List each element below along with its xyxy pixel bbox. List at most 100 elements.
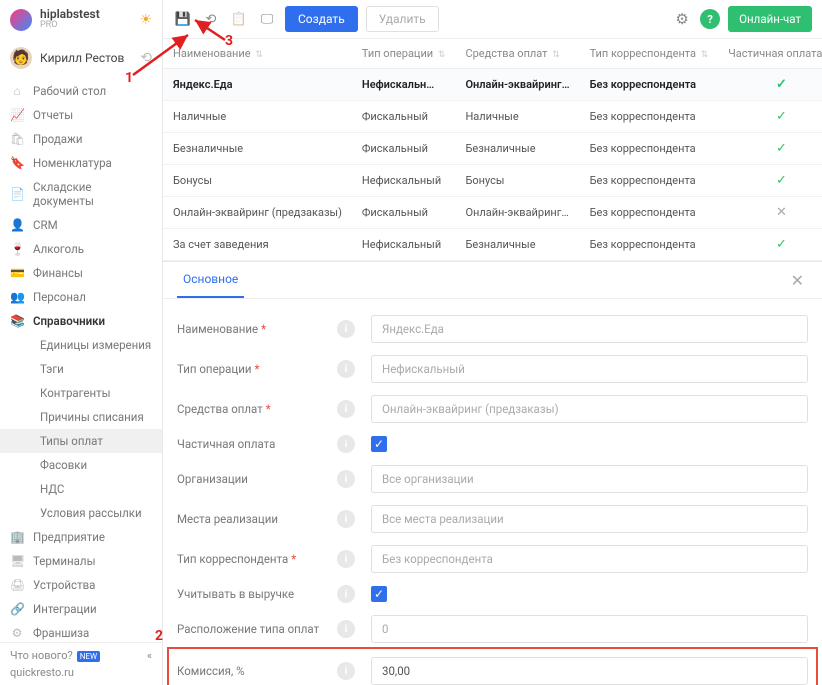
table-row[interactable]: Яндекс.ЕдаНефискальн…Онлайн-эквайринг…Бе… xyxy=(163,69,822,101)
nav-item[interactable]: Причины списания xyxy=(0,405,162,429)
info-icon[interactable]: i xyxy=(337,585,355,603)
form-row: Наименование* i Яндекс.Еда xyxy=(177,309,808,349)
column-header[interactable]: Тип операции ⇅ xyxy=(352,39,456,69)
save-icon[interactable]: 💾 xyxy=(173,9,193,29)
nav-item[interactable]: Условия рассылки xyxy=(0,501,162,525)
nav-label: Контрагенты xyxy=(40,386,111,400)
info-icon[interactable]: i xyxy=(337,470,355,488)
partial-cell: ✓ xyxy=(718,101,822,133)
form-input[interactable]: 30,00 xyxy=(371,657,808,685)
cell: За счет заведения xyxy=(163,229,352,261)
delete-button[interactable]: Удалить xyxy=(366,6,439,32)
form-input[interactable]: Онлайн-эквайринг (предзаказы) xyxy=(371,395,808,423)
nav-item[interactable]: Фасовки xyxy=(0,453,162,477)
nav-item[interactable]: 📈Отчеты xyxy=(0,103,162,127)
nav-item[interactable]: Типы оплат xyxy=(0,429,162,453)
nav-item[interactable]: 📄Складские документы xyxy=(0,175,162,213)
refresh-icon[interactable]: ⟲ xyxy=(140,50,152,66)
chat-button[interactable]: Онлайн-чат xyxy=(728,6,812,32)
nav-label: НДС xyxy=(40,482,64,496)
info-icon[interactable]: i xyxy=(337,320,355,338)
partial-cell: ✓ xyxy=(718,165,822,197)
cell: Нефискальный xyxy=(352,229,456,261)
brand: hiplabstest PRO xyxy=(40,8,131,31)
table-row[interactable]: Онлайн-эквайринг (предзаказы)ФискальныйО… xyxy=(163,197,822,229)
column-header[interactable]: Средства оплат ⇅ xyxy=(455,39,579,69)
nav-item[interactable]: Единицы измерения xyxy=(0,333,162,357)
form-input[interactable]: Без корреспондента xyxy=(371,545,808,573)
form-input[interactable]: Все организации xyxy=(371,465,808,493)
info-icon[interactable]: i xyxy=(337,400,355,418)
form-row: Частичная оплатаi✓ xyxy=(177,429,808,459)
nav-item[interactable]: Тэги xyxy=(0,357,162,381)
nav-item[interactable]: 👤CRM xyxy=(0,213,162,237)
sidebar-footer: Что нового?NEW « quickresto.ru xyxy=(0,642,162,685)
nav-item[interactable]: ⚙ Франшиза xyxy=(0,621,162,642)
form-input[interactable]: Яндекс.Еда xyxy=(371,315,808,343)
nav-item[interactable]: 💳Финансы xyxy=(0,261,162,285)
table-row[interactable]: БезналичныеФискальныйБезналичныеБез корр… xyxy=(163,133,822,165)
nav-item[interactable]: 🏢Предприятие xyxy=(0,525,162,549)
nav-label: Складские документы xyxy=(33,180,152,208)
table-row[interactable]: БонусыНефискальныйБонусыБез корреспонден… xyxy=(163,165,822,197)
nav-item[interactable]: 🔗Интеграции xyxy=(0,597,162,621)
nav-label: Номенклатура xyxy=(33,156,112,170)
checkbox[interactable]: ✓ xyxy=(371,436,387,452)
close-icon[interactable]: ✕ xyxy=(787,267,808,294)
info-icon[interactable]: i xyxy=(337,550,355,568)
info-icon[interactable]: i xyxy=(337,435,355,453)
nav-item[interactable]: НДС xyxy=(0,477,162,501)
nav-label: Устройства xyxy=(33,578,95,592)
detail-panel: Основное ✕ Наименование*iЯндекс.ЕдаТип о… xyxy=(163,261,822,685)
refresh-toolbar-icon[interactable]: ⟲ xyxy=(201,9,221,29)
site-link[interactable]: quickresto.ru xyxy=(10,666,152,679)
form-label: Наименование* xyxy=(177,322,327,336)
settings-icon[interactable]: ⚙ xyxy=(672,9,692,29)
form-input[interactable]: Все места реализации xyxy=(371,505,808,533)
sidebar-header: hiplabstest PRO ☀ xyxy=(0,0,162,39)
nav-item[interactable]: 🍷Алкоголь xyxy=(0,237,162,261)
cell: Яндекс.Еда xyxy=(163,69,352,101)
whats-new-link[interactable]: Что нового?NEW xyxy=(10,649,100,662)
create-button[interactable]: Создать xyxy=(285,6,358,32)
theme-icon[interactable]: ☀ xyxy=(139,12,152,28)
info-icon[interactable]: i xyxy=(337,510,355,528)
partial-cell: ✓ xyxy=(718,229,822,261)
form-input[interactable]: Нефискальный xyxy=(371,355,808,383)
nav-item[interactable]: Контрагенты xyxy=(0,381,162,405)
cell: Фискальный xyxy=(352,101,456,133)
column-header[interactable]: Наименование ⇅ xyxy=(163,39,352,69)
form-row: ОрганизацииiВсе организации xyxy=(177,459,808,499)
nav-label: Франшиза xyxy=(33,626,89,640)
nav-item[interactable]: 🖥Терминалы xyxy=(0,549,162,573)
user-row[interactable]: 🧑 Кирилл Рестов ⟲ xyxy=(0,39,162,77)
cell: Фискальный xyxy=(352,133,456,165)
collapse-sidebar-icon[interactable]: « xyxy=(147,649,152,662)
table-row[interactable]: НаличныеФискальныйНаличныеБез корреспонд… xyxy=(163,101,822,133)
nav-label: Единицы измерения xyxy=(40,338,151,352)
nav-item[interactable]: 🔖Номенклатура xyxy=(0,151,162,175)
nav-item[interactable]: 🛍Продажи xyxy=(0,127,162,151)
tab-main[interactable]: Основное xyxy=(177,262,244,298)
info-icon[interactable]: i xyxy=(337,360,355,378)
info-icon[interactable]: i xyxy=(337,620,355,638)
checkbox[interactable]: ✓ xyxy=(371,586,387,602)
nav-label: Интеграции xyxy=(33,602,97,616)
cell: Без корреспондента xyxy=(580,101,719,133)
table-row[interactable]: За счет заведенияНефискальныйБезналичные… xyxy=(163,229,822,261)
screen-icon[interactable]: 🖵 xyxy=(257,9,277,29)
nav-item[interactable]: 🖨Устройства xyxy=(0,573,162,597)
nav-icon: ⚙ xyxy=(10,626,24,640)
cell: Без корреспондента xyxy=(580,229,719,261)
nav-item[interactable]: 📚Справочники xyxy=(0,309,162,333)
help-icon[interactable]: ? xyxy=(700,9,720,29)
info-icon[interactable]: i xyxy=(337,662,355,680)
form-input[interactable]: 0 xyxy=(371,615,808,643)
nav-item[interactable]: ⌂Рабочий стол xyxy=(0,79,162,103)
column-header[interactable]: Частичная оплата ⇅ xyxy=(718,39,822,69)
nav: ⌂Рабочий стол📈Отчеты🛍Продажи🔖Номенклатур… xyxy=(0,77,162,642)
copy-icon[interactable]: 📋 xyxy=(229,9,249,29)
nav-item[interactable]: 👥Персонал xyxy=(0,285,162,309)
column-header[interactable]: Тип корреспондента ⇅ xyxy=(580,39,719,69)
table-wrap: Наименование ⇅Тип операции ⇅Средства опл… xyxy=(163,39,822,261)
